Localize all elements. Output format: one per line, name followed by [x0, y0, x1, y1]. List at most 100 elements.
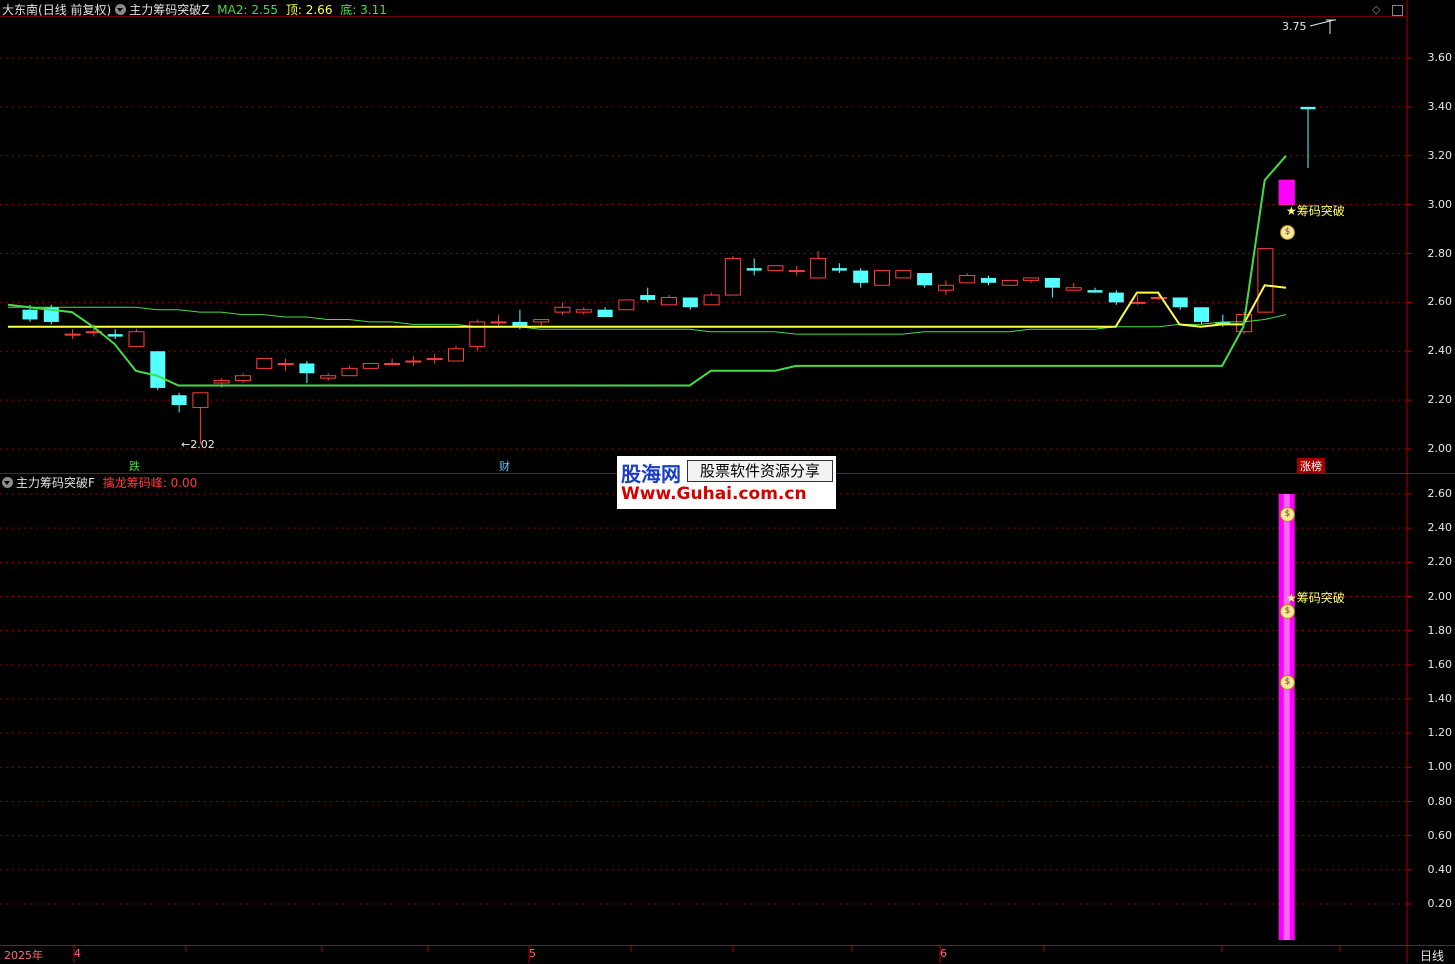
- x-month-5: 5: [529, 947, 536, 960]
- y-tick-label: 2.80: [1427, 246, 1453, 260]
- candle-body: [1001, 279, 1018, 286]
- candle-body: [1257, 248, 1274, 313]
- candle-body: [256, 358, 273, 369]
- candle-body: [107, 334, 123, 337]
- candle-body: [937, 284, 954, 291]
- candle-body: [1023, 277, 1040, 281]
- candle-body: [128, 331, 145, 347]
- x-month-4: 4: [74, 947, 81, 960]
- candle-body: [192, 392, 209, 408]
- candle-body: [1108, 292, 1124, 303]
- y-tick-label: 3.20: [1427, 148, 1453, 162]
- ma2-value: MA2: 2.55: [217, 3, 279, 17]
- candle-body: [1065, 287, 1082, 291]
- candle-body: [874, 270, 890, 286]
- low-annotation: ←2.02: [181, 438, 215, 451]
- candle-body: [22, 309, 38, 320]
- y-tick-label: 2.00: [1427, 442, 1453, 455]
- y-tick-label: 3.40: [1427, 99, 1453, 113]
- candle-body: [788, 270, 805, 273]
- money-bag-icon: $: [1280, 675, 1295, 690]
- candle-body: [767, 265, 784, 272]
- candle-body: [959, 274, 976, 284]
- candle-body: [1087, 290, 1103, 293]
- candle-body: [575, 309, 592, 313]
- upper-price-panel[interactable]: [7, 19, 1336, 445]
- candle-body: [682, 297, 698, 308]
- signal-bar-upper: [1278, 180, 1295, 205]
- y-tick-label: 1.60: [1427, 657, 1453, 671]
- candle-body: [1129, 301, 1146, 304]
- candle-body: [1300, 106, 1316, 110]
- candle-body: [853, 270, 869, 283]
- candle-body: [299, 363, 315, 374]
- x-month-6: 6: [940, 947, 947, 960]
- candle-body: [810, 257, 827, 279]
- y-tick-label: 0.20: [1427, 897, 1453, 910]
- y-tick-label: 1.40: [1427, 692, 1453, 705]
- candle-body: [341, 367, 358, 377]
- top-value: 顶: 2.66: [285, 3, 333, 17]
- candle-body: [618, 299, 635, 311]
- period-info: (日线 前复权): [38, 3, 112, 17]
- candle-body: [384, 362, 401, 365]
- money-bag-icon: $: [1280, 507, 1295, 522]
- indicator-name-z[interactable]: 主力筹码突破Z: [129, 3, 209, 17]
- diamond-icon[interactable]: ◇: [1372, 3, 1380, 16]
- y-tick-label: 2.60: [1427, 295, 1453, 309]
- candle-body: [490, 321, 507, 324]
- period-button-daily[interactable]: 日线: [1420, 947, 1444, 964]
- indicator-name-f[interactable]: 主力筹码突破F: [16, 476, 95, 490]
- candle-body: [981, 277, 996, 283]
- candle-body: [277, 362, 294, 365]
- y-tick-label: 1.00: [1427, 760, 1453, 774]
- bottom-value: 底: 3.11: [340, 3, 387, 17]
- marker-rise-list[interactable]: 涨榜: [1297, 458, 1325, 474]
- candle-body: [469, 321, 486, 347]
- upper-header: 大东南(日线 前复权) 主力筹码突破Z MA2: 2.55 顶: 2.66 底: …: [2, 2, 387, 18]
- y-tick-label: 1.80: [1427, 623, 1453, 637]
- lower-header: 主力筹码突破F 擒龙筹码峰: 0.00: [0, 475, 197, 491]
- candle-body: [448, 348, 464, 362]
- money-bag-icon: $: [1280, 225, 1295, 240]
- candle-body: [426, 358, 443, 361]
- y-tick-label: 3.00: [1427, 197, 1453, 211]
- candle-body: [320, 375, 337, 379]
- lower-indicator-panel[interactable]: [1278, 494, 1295, 940]
- candle-body: [171, 395, 187, 406]
- candle-body: [554, 306, 571, 313]
- candle-body: [362, 362, 379, 369]
- y-tick-label: 3.60: [1427, 51, 1453, 64]
- y-tick-label: 2.40: [1427, 344, 1453, 358]
- marker-finance[interactable]: 财: [496, 458, 513, 474]
- candle-body: [1150, 296, 1167, 299]
- triangle-down-icon[interactable]: [115, 4, 127, 15]
- y-tick-label: 2.40: [1427, 521, 1453, 535]
- watermark-url: Www.Guhai.com.cn: [621, 484, 807, 504]
- candle-body: [405, 360, 422, 363]
- candle-body: [597, 309, 613, 318]
- candle-body: [235, 375, 251, 382]
- candle-body: [64, 333, 81, 336]
- maximize-icon[interactable]: [1392, 5, 1403, 16]
- y-tick-label: 2.00: [1427, 589, 1453, 603]
- candle-body: [1172, 297, 1188, 308]
- candle-body: [150, 351, 166, 388]
- watermark-slogan: 股票软件资源分享: [687, 460, 833, 482]
- money-bag-icon: $: [1280, 604, 1295, 619]
- triangle-down-icon[interactable]: [2, 477, 13, 488]
- signal-label-upper: ★筹码突破: [1286, 204, 1345, 218]
- candle-body: [661, 296, 677, 306]
- candle-body: [724, 257, 741, 296]
- candle-body: [1044, 277, 1060, 288]
- signal-bar-lower-inner: [1283, 494, 1290, 940]
- stock-name[interactable]: 大东南: [2, 3, 38, 17]
- candle-body: [895, 270, 912, 279]
- candle-body: [533, 318, 550, 323]
- y-tick-label: 0.40: [1427, 862, 1453, 876]
- y-tick-label: 0.60: [1427, 828, 1453, 842]
- marker-fall[interactable]: 跌: [126, 458, 143, 474]
- candle-body: [213, 380, 230, 384]
- candle-body: [917, 273, 933, 286]
- candle-body: [703, 294, 720, 306]
